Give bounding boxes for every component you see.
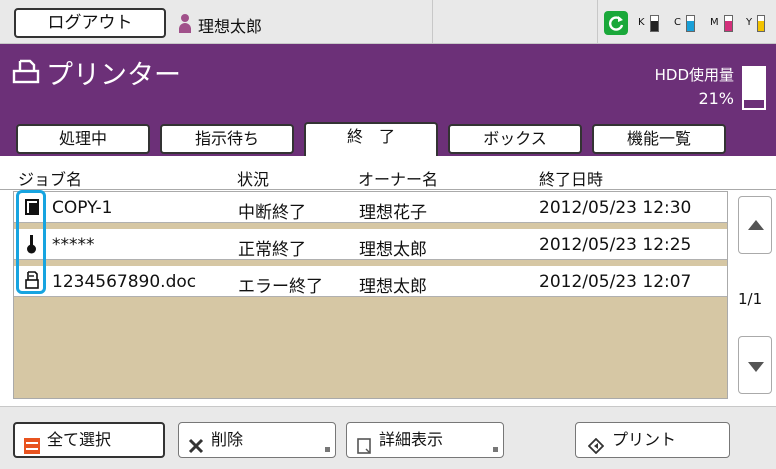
tab-function-list[interactable]: 機能一覧 xyxy=(592,124,726,154)
close-icon xyxy=(188,432,204,454)
toner-level-fill xyxy=(651,20,658,31)
table-row[interactable]: COPY-1 中断終了 理想花子 2012/05/23 12:30 xyxy=(14,192,727,223)
select-all-label: 全て選択 xyxy=(47,430,112,449)
toner-level-fill xyxy=(758,20,764,31)
toner-level-fill xyxy=(687,20,694,31)
hdd-usage-meter xyxy=(742,66,766,110)
submenu-indicator xyxy=(325,447,330,452)
column-owner[interactable]: オーナー名 xyxy=(358,166,438,190)
details-button[interactable]: 詳細表示 xyxy=(346,422,504,458)
bottom-action-bar: 全て選択 削除 詳細表示 プリント xyxy=(0,406,776,469)
toner-level-bar xyxy=(757,15,765,32)
print-label: プリント xyxy=(612,430,677,449)
job-end-time: 2012/05/23 12:25 xyxy=(539,235,692,255)
table-row[interactable]: ***** 正常終了 理想太郎 2012/05/23 12:25 xyxy=(14,229,727,260)
toner-label: M xyxy=(710,17,719,28)
job-name: COPY-1 xyxy=(52,198,113,218)
job-status: 中断終了 xyxy=(238,203,306,223)
hdd-usage-percent: 21% xyxy=(698,89,734,108)
triangle-down-icon xyxy=(748,362,764,372)
tab-waiting[interactable]: 指示待ち xyxy=(160,124,294,154)
job-status: エラー終了 xyxy=(238,277,323,297)
job-end-time: 2012/05/23 12:07 xyxy=(539,272,692,292)
page-title: プリンター xyxy=(46,60,181,91)
scroll-down-button[interactable] xyxy=(738,336,772,394)
toner-m-indicator: M xyxy=(710,14,733,32)
toner-level-bar xyxy=(724,15,733,32)
scroll-up-button[interactable] xyxy=(738,196,772,254)
job-list: COPY-1 中断終了 理想花子 2012/05/23 12:30 ***** … xyxy=(13,191,728,399)
toner-label: C xyxy=(674,17,681,28)
delete-button[interactable]: 削除 xyxy=(178,422,336,458)
toner-level-bar xyxy=(650,15,659,32)
column-status[interactable]: 状況 xyxy=(237,166,269,190)
top-bar: ログアウト 理想太郎 K C M Y xyxy=(0,0,776,44)
submenu-indicator xyxy=(493,447,498,452)
document-icon xyxy=(356,432,372,454)
job-owner: 理想太郎 xyxy=(359,277,427,297)
tab-completed[interactable]: 終 了 xyxy=(304,122,438,156)
job-name: 1234567890.doc xyxy=(52,272,197,292)
job-name: ***** xyxy=(52,235,95,255)
job-type-icon-highlight xyxy=(16,190,46,294)
toner-level-fill xyxy=(725,20,732,31)
print-button[interactable]: プリント xyxy=(575,422,730,458)
select-all-icon xyxy=(24,433,40,454)
toner-c-indicator: C xyxy=(674,14,695,32)
toner-level-bar xyxy=(686,15,695,32)
job-owner: 理想花子 xyxy=(359,203,427,223)
start-diamond-icon xyxy=(587,432,605,455)
delete-label: 削除 xyxy=(211,430,244,449)
column-header: ジョブ名 状況 オーナー名 終了日時 xyxy=(0,158,776,190)
details-label: 詳細表示 xyxy=(379,430,444,449)
toner-k-indicator: K xyxy=(638,14,659,32)
toner-y-indicator: Y xyxy=(746,14,765,32)
logout-button[interactable]: ログアウト xyxy=(14,8,166,38)
table-row[interactable]: 1234567890.doc エラー終了 理想太郎 2012/05/23 12:… xyxy=(14,266,727,297)
hdd-usage-fill xyxy=(744,99,764,108)
tab-box[interactable]: ボックス xyxy=(448,124,582,154)
triangle-up-icon xyxy=(748,220,764,230)
user-icon xyxy=(178,14,192,34)
job-end-time: 2012/05/23 12:30 xyxy=(539,198,692,218)
job-owner: 理想太郎 xyxy=(359,240,427,260)
toner-label: Y xyxy=(746,17,753,28)
column-job-name[interactable]: ジョブ名 xyxy=(18,166,82,190)
toner-label: K xyxy=(638,17,645,28)
column-end-time[interactable]: 終了日時 xyxy=(539,166,603,190)
job-status: 正常終了 xyxy=(238,240,306,260)
tab-processing[interactable]: 処理中 xyxy=(16,124,150,154)
printer-icon xyxy=(12,58,40,86)
divider xyxy=(432,0,433,44)
page-indicator: 1/1 xyxy=(738,290,763,308)
user-name: 理想太郎 xyxy=(198,17,263,36)
refresh-icon[interactable] xyxy=(604,11,628,35)
select-all-button[interactable]: 全て選択 xyxy=(13,422,165,458)
divider xyxy=(597,0,598,44)
hdd-usage-label: HDD使用量 xyxy=(654,66,734,84)
